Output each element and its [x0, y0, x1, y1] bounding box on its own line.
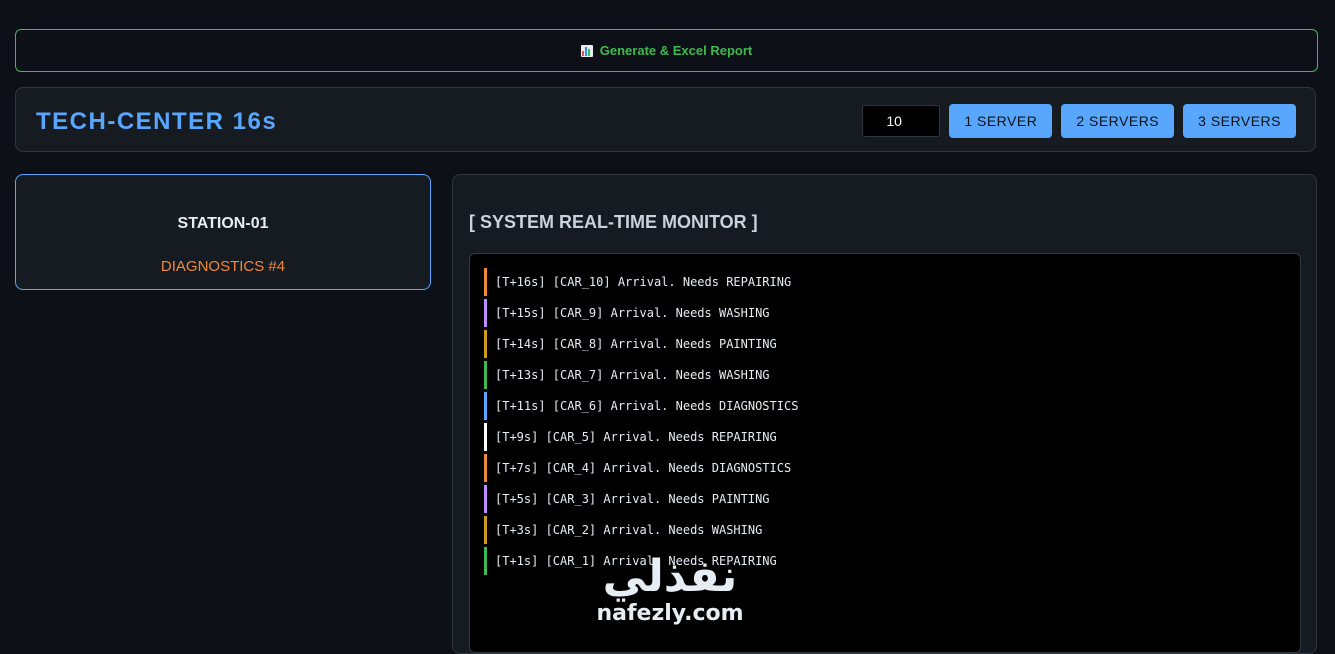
two-servers-button[interactable]: 2 SERVERS	[1061, 104, 1175, 138]
log-entry: [T+14s] [CAR_8] Arrival. Needs PAINTING	[484, 330, 1300, 358]
log-entry: [T+5s] [CAR_3] Arrival. Needs PAINTING	[484, 485, 1300, 513]
station-name: STATION-01	[177, 215, 269, 232]
log-entry: [T+3s] [CAR_2] Arrival. Needs WASHING	[484, 516, 1300, 544]
log-entry: [T+9s] [CAR_5] Arrival. Needs REPAIRING	[484, 423, 1300, 451]
header-controls: 1 SERVER 2 SERVERS 3 SERVERS	[862, 104, 1296, 138]
log-entry: [T+15s] [CAR_9] Arrival. Needs WASHING	[484, 299, 1300, 327]
station-status: DIAGNOSTICS #4	[160, 258, 286, 275]
generate-report-button[interactable]: Generate & Excel Report	[15, 29, 1318, 72]
log-entry: [T+11s] [CAR_6] Arrival. Needs DIAGNOSTI…	[484, 392, 1300, 420]
log-entry: [T+16s] [CAR_10] Arrival. Needs REPAIRIN…	[484, 268, 1300, 296]
monitor-panel: [ SYSTEM REAL-TIME MONITOR ] [T+16s] [CA…	[452, 174, 1317, 654]
generate-report-label: Generate & Excel Report	[599, 43, 753, 58]
one-server-button[interactable]: 1 SERVER	[949, 104, 1053, 138]
page-title: TECH-CENTER 16s	[36, 108, 278, 135]
header-panel: TECH-CENTER 16s 1 SERVER 2 SERVERS 3 SER…	[15, 87, 1316, 152]
log-entry: [T+13s] [CAR_7] Arrival. Needs WASHING	[484, 361, 1300, 389]
monitor-title: [ SYSTEM REAL-TIME MONITOR ]	[469, 212, 758, 232]
log-console[interactable]: [T+16s] [CAR_10] Arrival. Needs REPAIRIN…	[469, 253, 1301, 653]
three-servers-button[interactable]: 3 SERVERS	[1183, 104, 1296, 138]
log-entry: [T+7s] [CAR_4] Arrival. Needs DIAGNOSTIC…	[484, 454, 1300, 482]
station-card: STATION-01 DIAGNOSTICS #4	[15, 174, 431, 290]
car-count-input[interactable]	[862, 105, 941, 137]
log-entry: [T+1s] [CAR_1] Arrival. Needs REPAIRING	[484, 547, 1300, 575]
bar-chart-icon	[580, 44, 593, 57]
